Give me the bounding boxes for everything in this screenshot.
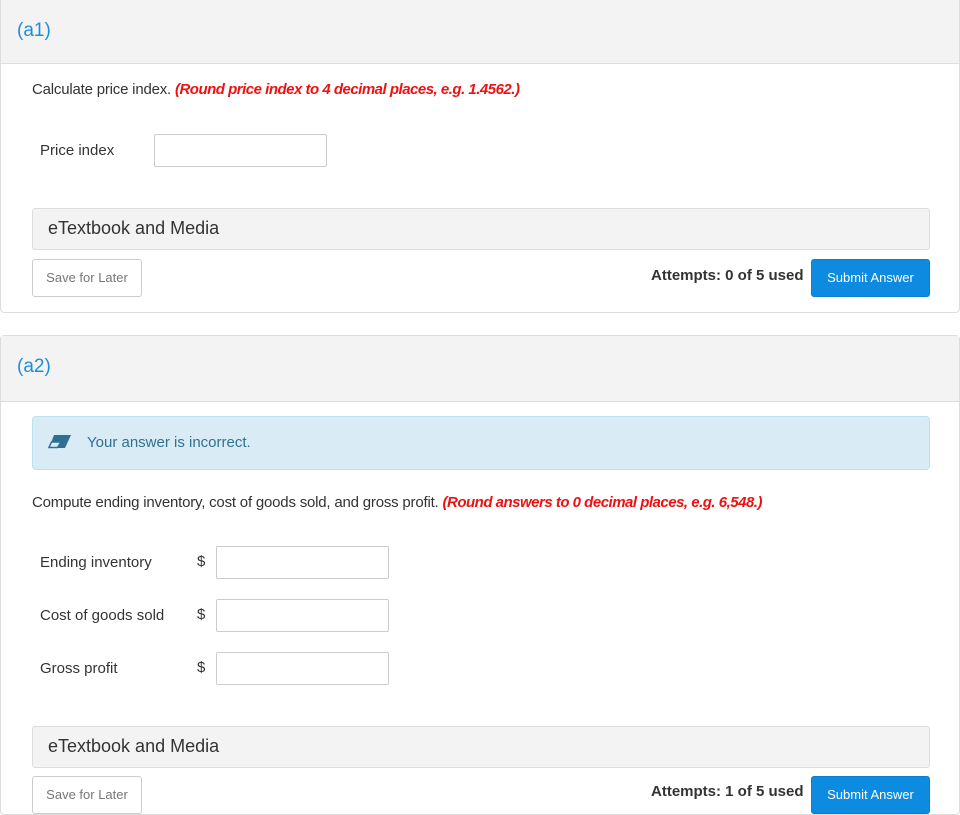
etextbook-media-label: eTextbook and Media (48, 736, 220, 756)
question-prompt: Compute ending inventory, cost of goods … (32, 494, 439, 511)
attempts-counter: Attempts: 1 of 5 used (651, 783, 804, 800)
part-label: (a2) (17, 356, 51, 377)
gross-profit-label: Gross profit (40, 660, 118, 677)
question-prompt: Calculate price index. (32, 81, 172, 98)
question-text: Calculate price index. (Round price inde… (32, 81, 520, 98)
feedback-alert: Your answer is incorrect. (32, 416, 930, 470)
question-part-a1: (a1) Calculate price index. (Round price… (0, 0, 960, 313)
rounding-hint: (Round answers to 0 decimal places, e.g.… (442, 494, 763, 511)
submit-answer-button[interactable]: Submit Answer (811, 776, 930, 814)
ending-inventory-input[interactable] (216, 546, 389, 579)
attempts-counter: Attempts: 0 of 5 used (651, 267, 804, 284)
eraser-icon (48, 435, 71, 449)
part-header: (a2) (1, 336, 959, 402)
cost-of-goods-sold-input[interactable] (216, 599, 389, 632)
currency-prefix: $ (197, 606, 206, 623)
currency-prefix: $ (197, 553, 206, 570)
etextbook-media-toggle[interactable]: eTextbook and Media (32, 208, 930, 250)
part-label: (a1) (17, 20, 51, 41)
submit-answer-button[interactable]: Submit Answer (811, 259, 930, 297)
feedback-message: Your answer is incorrect. (87, 434, 251, 451)
currency-prefix: $ (197, 659, 206, 676)
question-part-a2: (a2) Your answer is incorrect. Compute e… (0, 335, 960, 815)
rounding-hint: (Round price index to 4 decimal places, … (174, 81, 520, 98)
part-header: (a1) (1, 0, 959, 64)
etextbook-media-toggle[interactable]: eTextbook and Media (32, 726, 930, 768)
price-index-label: Price index (40, 142, 115, 159)
price-index-input[interactable] (154, 134, 327, 167)
ending-inventory-label: Ending inventory (40, 554, 152, 571)
save-for-later-button[interactable]: Save for Later (32, 259, 142, 297)
cost-of-goods-sold-label: Cost of goods sold (40, 607, 165, 624)
question-text: Compute ending inventory, cost of goods … (32, 494, 762, 511)
gross-profit-input[interactable] (216, 652, 389, 685)
save-for-later-button[interactable]: Save for Later (32, 776, 142, 814)
etextbook-media-label: eTextbook and Media (48, 218, 220, 238)
